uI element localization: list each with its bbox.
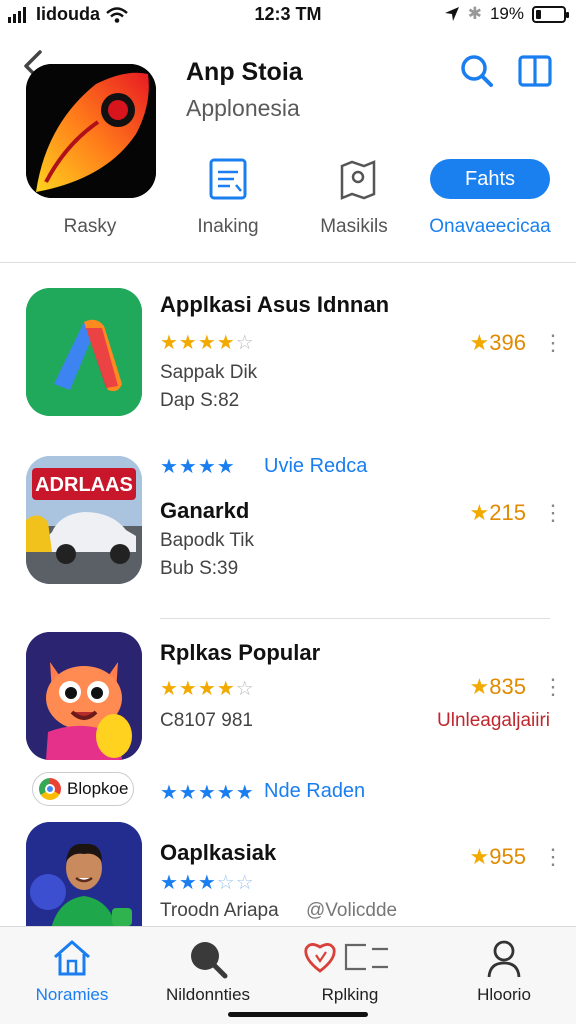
item-meta-1a: Sappak Dik (160, 362, 258, 383)
ads-logo-icon (26, 288, 142, 416)
bottom-tab-bar: Noramies Nildonnties Rplking Hloorio (0, 926, 576, 1024)
icon-caption-2: ADRLAAS (35, 474, 133, 496)
home-indicator[interactable] (228, 1012, 368, 1017)
star-caption-2[interactable]: Uvie Redca (264, 455, 367, 478)
tab-bar-profile[interactable]: Hloorio (432, 927, 576, 1024)
battery-percent: 19% (489, 4, 524, 23)
person-icon (487, 940, 521, 978)
header-divider (0, 262, 576, 263)
tab-bar-label-favorites: Rplking (321, 985, 379, 1004)
tab-label-onavaeecicaa[interactable]: Onavaeecicaa (420, 216, 560, 238)
book-icon (518, 55, 552, 87)
item-meta-1b: Dap S:82 (160, 390, 240, 411)
more-options-3[interactable]: ⋮ (542, 676, 564, 698)
more-options-4[interactable]: ⋮ (542, 846, 564, 868)
cars-game-icon: ADRLAAS (26, 456, 142, 584)
item-icon-3[interactable] (26, 632, 142, 760)
blopkoe-chip[interactable]: Blopkoe (32, 772, 134, 806)
star-rating-2-top: ★★★★ (160, 456, 236, 478)
tab-bar-label-search: Nildonnties (165, 985, 251, 1004)
item-icon-2[interactable]: ADRLAAS (26, 456, 142, 584)
fahts-pill-button[interactable]: Fahts (430, 159, 550, 199)
item-meta-2b: Bub S:39 (160, 558, 239, 579)
search-icon (191, 942, 228, 979)
heart-icon (304, 943, 388, 973)
item-icon-4[interactable] (26, 822, 142, 934)
tab-label-inaking[interactable]: Inaking (178, 216, 278, 238)
tab-bar-label-home: Noramies (35, 985, 109, 1004)
rating-value-1: 396 (489, 330, 526, 355)
star-icon: ★ (469, 844, 490, 869)
item-meta-2a: Bapodk Tik (160, 530, 254, 551)
rating-value-3: 835 (489, 674, 526, 699)
item-title-1[interactable]: Applkasi Asus Idnnan (160, 292, 389, 318)
more-options-2[interactable]: ⋮ (542, 502, 564, 524)
status-bar: Iidouda 12:3 TM ✱ 19% (0, 0, 576, 30)
rating-1: ★396 (470, 330, 526, 356)
location-icon (444, 7, 459, 21)
tab-bar-favorites[interactable]: Rplking (278, 927, 422, 1024)
item-meta-4a: Troodn Ariapa (160, 900, 279, 921)
star-rating-1: ★★★★☆ (160, 332, 255, 354)
battery-icon (532, 5, 569, 23)
rating-3: ★835 (470, 674, 526, 700)
item-meta-4b: @Volicdde (306, 900, 398, 921)
item-title-2[interactable]: Ganarkd (160, 498, 249, 524)
item-divider (160, 618, 550, 619)
rating-value-4: 955 (489, 844, 526, 869)
cat-character-icon (26, 632, 142, 760)
search-icon (461, 55, 493, 87)
browser-logo-icon (39, 778, 61, 800)
star-rating-4-top: ★★★★★ (160, 782, 255, 804)
reader-button[interactable] (517, 54, 553, 88)
search-button[interactable] (460, 54, 494, 88)
item-meta-3a: C8107 981 (160, 710, 253, 731)
star-caption-4[interactable]: Nde Raden (264, 780, 365, 803)
star-icon: ★ (469, 330, 490, 355)
more-options-1[interactable]: ⋮ (542, 332, 564, 354)
star-rating-3: ★★★★☆ (160, 678, 255, 700)
tab-inaking[interactable] (178, 158, 278, 218)
bluetooth-icon: ✱ (467, 4, 482, 23)
map-icon (340, 160, 376, 200)
document-icon (209, 158, 247, 200)
tab-bar-label-profile: Hloorio (477, 985, 531, 1004)
tab-label-rasky[interactable]: Rasky (40, 216, 140, 238)
tab-masikils[interactable] (308, 158, 408, 218)
battery-fill (536, 9, 541, 19)
tab-bar-home[interactable]: Noramies (0, 927, 144, 1024)
status-right: ✱ 19% (444, 4, 569, 24)
chip-label: Blopkoe (67, 779, 129, 798)
tab-rasky[interactable] (40, 158, 140, 218)
tab-label-masikils[interactable]: Masikils (304, 216, 404, 238)
home-icon (54, 940, 90, 976)
item-meta-3b[interactable]: Ulnleagaljaiiri (437, 710, 550, 732)
item-icon-1[interactable] (26, 288, 142, 416)
star-icon: ★ (469, 674, 490, 699)
app-name: Anp Stoia (186, 58, 303, 86)
rating-value-2: 215 (489, 500, 526, 525)
item-title-3[interactable]: Rplkas Popular (160, 640, 320, 666)
star-rating-4: ★★★☆☆ (160, 872, 255, 894)
star-icon: ★ (469, 500, 490, 525)
tab-bar-search[interactable]: Nildonnties (136, 927, 280, 1024)
person-avatar-icon (26, 822, 142, 934)
app-subtitle: Applonesia (186, 95, 300, 121)
item-title-4[interactable]: Oaplkasiak (160, 840, 276, 866)
rating-4: ★955 (470, 844, 526, 870)
rating-2: ★215 (470, 500, 526, 526)
